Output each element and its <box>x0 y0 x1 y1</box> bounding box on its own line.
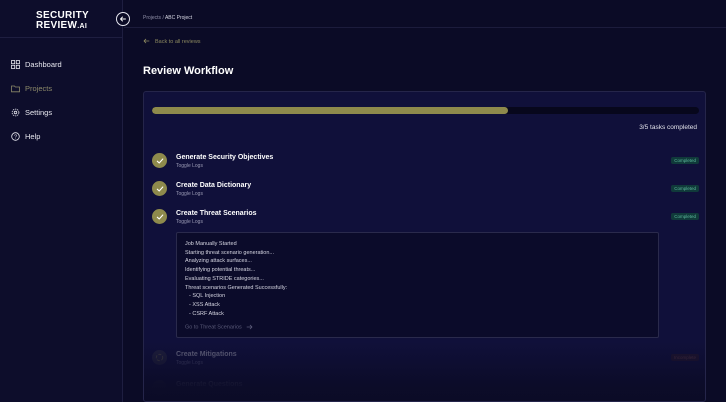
sidebar: SECURITY REVIEW.AI Dashboard Projects Se… <box>0 0 123 402</box>
task-log-panel: Job Manually Started Starting threat sce… <box>176 232 659 338</box>
task-name: Create Data Dictionary <box>176 182 252 189</box>
task-item: Generate Questions <box>152 380 699 401</box>
brand-line-2: REVIEW.AI <box>36 21 89 32</box>
pending-circle-icon <box>152 380 167 395</box>
brand-line-2-text: REVIEW <box>36 20 78 31</box>
arrow-right-icon <box>243 324 253 330</box>
task-item: Create Data Dictionary Toggle Logs Compl… <box>152 181 699 203</box>
check-circle-icon <box>152 181 167 196</box>
svg-text:?: ? <box>14 134 17 140</box>
go-to-threat-scenarios-link[interactable]: Go to Threat Scenarios <box>185 324 253 330</box>
task-item: Create Threat Scenarios Toggle Logs Comp… <box>152 209 699 231</box>
sidebar-item-label: Dashboard <box>25 59 62 69</box>
check-circle-icon <box>152 153 167 168</box>
log-line: Job Manually Started <box>185 241 237 247</box>
toggle-logs-link[interactable]: Toggle Logs <box>176 360 203 366</box>
task-item: Generate Security Objectives Toggle Logs… <box>152 153 699 175</box>
log-line: Identifying potential threats... <box>185 267 256 274</box>
status-badge: Completed <box>671 157 699 164</box>
help-circle-icon: ? <box>11 131 20 141</box>
task-item: Create Mitigations Toggle Logs Incomplet… <box>152 350 699 372</box>
log-list-item: - SQL Injection <box>189 293 226 300</box>
page-title: Review Workflow <box>143 65 234 77</box>
toggle-logs-link[interactable]: Toggle Logs <box>176 191 203 197</box>
progress-fill <box>152 107 508 114</box>
breadcrumb-current: ABC Project <box>164 15 193 21</box>
sidebar-item-projects[interactable]: Projects <box>0 76 123 100</box>
status-badge: Completed <box>671 185 699 192</box>
folder-icon <box>11 84 20 93</box>
sidebar-item-dashboard[interactable]: Dashboard <box>0 52 123 76</box>
log-line: Threat scenarios Generated Successfully: <box>185 284 288 291</box>
back-link-label: Back to all reviews <box>155 39 201 45</box>
breadcrumb-root[interactable]: Projects <box>143 15 161 21</box>
breadcrumb: Projects / ABC Project <box>143 15 192 21</box>
loading-icon <box>152 350 167 365</box>
toggle-logs-link[interactable]: Toggle Logs <box>176 163 203 169</box>
sidebar-item-label: Help <box>25 131 41 141</box>
task-name: Generate Questions <box>176 381 243 388</box>
log-line: Evaluating STRIDE categories... <box>185 275 264 282</box>
gear-icon <box>11 108 20 117</box>
arrow-left-icon <box>119 10 127 28</box>
sidebar-item-label: Settings <box>25 107 53 117</box>
toggle-logs-link[interactable]: Toggle Logs <box>176 219 203 225</box>
status-badge: Completed <box>671 213 699 220</box>
grid-icon <box>11 59 20 69</box>
log-line: Analyzing attack surfaces... <box>185 258 252 265</box>
sidebar-nav: Dashboard Projects Settings ? Help <box>0 52 123 148</box>
sidebar-item-label: Projects <box>25 83 53 93</box>
brand-logo[interactable]: SECURITY REVIEW.AI <box>36 11 89 32</box>
task-name: Create Mitigations <box>176 351 237 358</box>
workflow-panel: 3/5 tasks completed Generate Security Ob… <box>143 91 706 402</box>
status-badge: Incomplete <box>670 354 699 361</box>
sidebar-divider <box>0 37 123 38</box>
log-line: Starting threat scenario generation... <box>185 249 274 256</box>
log-list-item: - XSS Attack <box>189 301 220 308</box>
progress-text: 3/5 tasks completed <box>639 124 697 131</box>
header-divider <box>124 27 726 28</box>
sidebar-item-settings[interactable]: Settings <box>0 100 123 124</box>
progress-bar <box>152 107 699 114</box>
sidebar-item-help[interactable]: ? Help <box>0 124 123 148</box>
task-name: Create Threat Scenarios <box>176 210 257 217</box>
log-link-label: Go to Threat Scenarios <box>185 324 242 331</box>
back-to-reviews-link[interactable]: Back to all reviews <box>143 38 201 46</box>
task-name: Generate Security Objectives <box>176 154 274 161</box>
arrow-left-icon <box>143 38 150 46</box>
collapse-sidebar-button[interactable] <box>116 12 130 26</box>
log-list-item: - CSRF Attack <box>189 310 224 317</box>
brand-suffix: .AI <box>77 23 88 30</box>
check-circle-icon <box>152 209 167 224</box>
